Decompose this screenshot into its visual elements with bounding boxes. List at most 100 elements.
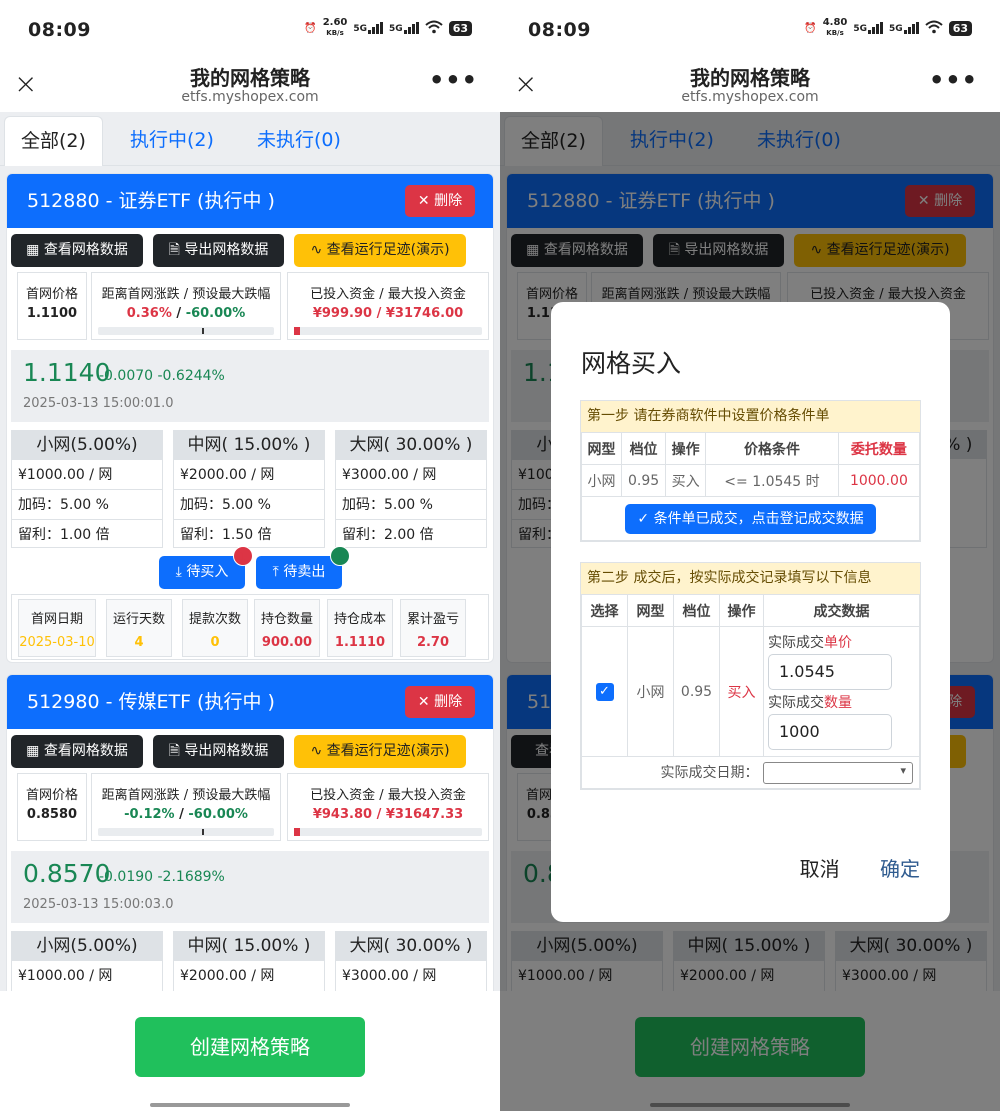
view-trace-button[interactable]: ∿ 查看运行足迹(演示) [294,234,466,267]
page-url: etfs.myshopex.com [181,89,319,105]
current-price: 1.1140 [23,358,111,387]
step1-panel: 第一步 请在券商软件中设置价格条件单 网型 档位 操作 价格条件 委托数量 小网… [580,400,921,542]
download-icon: ⤓ [175,564,182,580]
more-icon[interactable]: ••• [929,66,978,94]
sell-badge: 1 [330,546,350,566]
xlsx-file-icon: 🗎 [168,242,180,258]
signal-icon: 5G [853,22,884,34]
first-price-box: 首网价格 0.8580 [17,773,87,841]
chevron-down-icon: ▾ [900,763,906,777]
strategy-card: 512980 - 传媒ETF (执行中 ) ✕ 删除 ▦ 查看网格数据 🗎 导出… [6,674,494,1034]
stat-position: 持仓数量 900.00 [254,599,320,657]
range-progress [98,327,274,335]
grid-medium: 中网( 15.00% ) ¥2000.00 / 网 加码：5.00 % 留利：1… [173,430,325,548]
grid-small: 小网(5.00%) ¥1000.00 / 网 加码：5.00 % 留利：1.00… [11,430,163,548]
view-grid-button[interactable]: ▦ 查看网格数据 [11,735,143,768]
page-title: 我的网格策略 [690,66,810,90]
alarm-icon: ⏰ [304,22,317,34]
status-bar: 08:09 ⏰ 2.60 KB/s 5G 5G 63 [0,0,500,58]
phone-screen-right: 08:09 ⏰ 4.80 KB/s 5G 5G 63 × 我的网格策略 etfs.… [500,0,1000,1111]
select-checkbox[interactable]: ✓ [595,682,614,701]
delete-button[interactable]: ✕ 删除 [405,686,475,718]
pulse-icon: ∿ [310,743,323,759]
confirm-button[interactable]: 确定 [880,857,920,881]
price-box: 1.1140 -0.0070 -0.6244% 2025-03-13 15:00… [11,350,489,422]
xlsx-file-icon: 🗎 [168,743,180,759]
check-icon: ✓ [637,510,650,527]
create-strategy-button[interactable]: 创建网格策略 [135,1017,365,1077]
stats-row: 首网日期 2025-03-10 运行天数 4 提款次数 0 持仓数量 900.00 持仓… [11,594,489,660]
grid-buy-modal: 网格买入 第一步 请在券商软件中设置价格条件单 网型 档位 操作 价格条件 委托… [551,302,950,922]
phone-screen-left: 08:09 ⏰ 2.60 KB/s 5G 5G 63 × 我的网格策略 etfs.… [0,0,500,1111]
net-speed: 4.80 KB/s [822,17,848,38]
table-icon: ▦ [26,743,40,759]
view-grid-button[interactable]: ▦ 查看网格数据 [11,234,143,267]
stat-cost: 持仓成本 1.1110 [327,599,393,657]
fill-price-input[interactable]: 1.0545 [768,653,892,690]
capital-progress [294,828,482,836]
strategy-header: 512880 - 证券ETF (执行中 ) ✕ 删除 [7,174,493,228]
status-bar: 08:09 ⏰ 4.80 KB/s 5G 5G 63 [500,0,1000,58]
grid-large: 大网( 30.00% ) ¥3000.00 / 网 加码：5.00 % 留利：2… [335,430,487,548]
capital-box: 已投入资金 / 最大投入资金 ¥943.80 / ¥31647.33 [287,773,489,841]
order-filled-button[interactable]: ✓ 条件单已成交，点击登记成交数据 [625,503,876,534]
pending-sell-button[interactable]: ⤒ 待卖出 1 [256,546,350,589]
step2-header: 第二步 成交后，按实际成交记录填写以下信息 [581,563,920,594]
first-price-value: 0.8580 [26,807,78,822]
tab-not-running[interactable]: 未执行(0) [241,116,357,166]
range-box: 距离首网涨跌 / 预设最大跌幅 0.36% / -60.00% [91,272,281,340]
export-grid-button[interactable]: 🗎 导出网格数据 [153,735,284,768]
fill-date-select[interactable]: ▾ [763,761,913,784]
fill-table: 选择 网型 档位 操作 成交数据 ✓ 小网 0.95 买入 实际成交单价 1.0… [581,594,920,789]
status-time: 08:09 [528,19,591,41]
more-icon[interactable]: ••• [429,66,478,94]
strategy-header: 512980 - 传媒ETF (执行中 ) ✕ 删除 [7,675,493,729]
navigation-bar: × 我的网格策略 etfs.myshopex.com ••• [500,58,1000,110]
wifi-icon [425,20,443,37]
export-grid-button[interactable]: 🗎 导出网格数据 [153,234,284,267]
step2-panel: 第二步 成交后，按实际成交记录填写以下信息 选择 网型 档位 操作 成交数据 ✓… [580,562,921,790]
stat-withdrawals: 提款次数 0 [182,599,248,657]
price-time: 2025-03-13 15:00:01.0 [23,396,174,411]
price-change: -0.0190 -2.1689% [99,869,225,885]
stat-first-date: 首网日期 2025-03-10 [18,599,96,657]
upload-icon: ⤒ [272,564,279,580]
delete-button[interactable]: ✕ 删除 [405,185,475,217]
capital-box: 已投入资金 / 最大投入资金 ¥999.90 / ¥31746.00 [287,272,489,340]
home-indicator [150,1103,350,1107]
pulse-icon: ∿ [310,242,323,258]
signal-icon: 5G [353,22,384,34]
modal-footer: 取消 确定 [800,853,920,882]
signal-icon-2: 5G [889,22,919,34]
capital-progress [294,327,482,335]
view-trace-button[interactable]: ∿ 查看运行足迹(演示) [294,735,466,768]
net-speed: 2.60 KB/s [322,17,348,38]
stat-run-days: 运行天数 4 [106,599,172,657]
range-progress [98,828,274,836]
battery-icon: 63 [448,20,472,36]
first-price-box: 首网价格 1.1100 [17,272,87,340]
page-title: 我的网格策略 [190,66,310,90]
tab-bar: 全部(2) 执行中(2) 未执行(0) [0,112,500,166]
price-change: -0.0070 -0.6244% [99,368,225,384]
condition-table: 网型 档位 操作 价格条件 委托数量 小网 0.95 买入 <= 1.0545 … [581,432,921,541]
battery-icon: 63 [948,20,972,36]
table-icon: ▦ [26,242,40,258]
current-price: 0.8570 [23,859,111,888]
strategy-list: 512880 - 证券ETF (执行中 ) ✕ 删除 ▦ 查看网格数据 🗎 导出… [0,166,500,1111]
pending-buy-button[interactable]: ⤓ 待买入 1 [159,546,253,589]
first-price-value: 1.1100 [26,306,78,321]
modal-title: 网格买入 [581,349,682,378]
wifi-icon [925,20,943,37]
range-box: 距离首网涨跌 / 预设最大跌幅 -0.12% / -60.00% [91,773,281,841]
buy-badge: 1 [233,546,253,566]
tab-running[interactable]: 执行中(2) [114,116,230,166]
signal-icon-2: 5G [389,22,419,34]
step1-header: 第一步 请在券商软件中设置价格条件单 [581,401,920,432]
fill-quantity-input[interactable]: 1000 [768,713,892,750]
price-time: 2025-03-13 15:00:03.0 [23,897,174,912]
price-box: 0.8570 -0.0190 -2.1689% 2025-03-13 15:00… [11,851,489,923]
page-url: etfs.myshopex.com [681,89,819,105]
cancel-button[interactable]: 取消 [800,857,840,881]
tab-all[interactable]: 全部(2) [4,116,103,166]
